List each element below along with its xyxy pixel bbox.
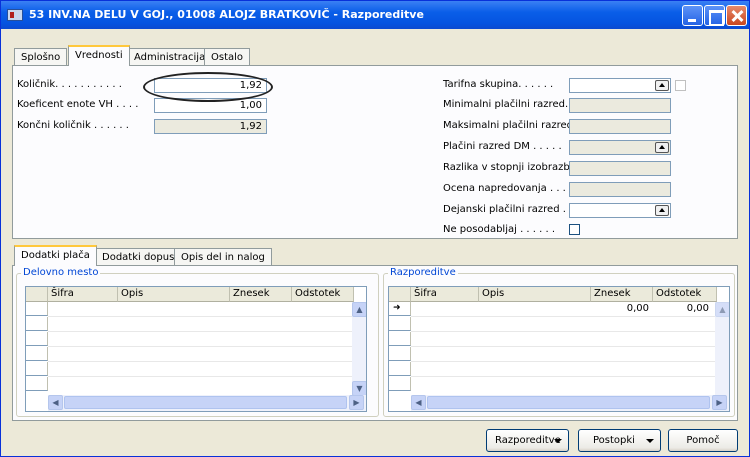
chevron-down-icon <box>646 439 654 443</box>
col-sifra[interactable]: Šifra <box>411 287 479 302</box>
razporeditve-grid[interactable]: Šifra Opis Znesek Odstotek ➜ 0,00 0,00 ▲… <box>388 286 730 412</box>
row-selector[interactable] <box>26 317 48 331</box>
koeficient-label: Koeficent enote VH . . . . <box>17 99 139 110</box>
razporeditve-button-label: Razporeditve <box>495 435 561 446</box>
scroll-left-icon[interactable]: ◀ <box>48 395 63 410</box>
vertical-scrollbar[interactable]: ▲ ▼ <box>352 302 366 396</box>
delovno-mesto-grid[interactable]: Šifra Opis Znesek Odstotek ▲ ▼ ◀ ▶ <box>25 286 367 412</box>
row-selector[interactable] <box>389 377 411 391</box>
window-title: 53 INV.NA DELU V GOJ., 01008 ALOJZ BRATK… <box>29 8 424 21</box>
min-razred-field <box>569 98 671 113</box>
razlika-izobrazbe-field <box>569 161 671 176</box>
dropdown-arrow-icon[interactable] <box>655 80 669 91</box>
dejanski-razred-field[interactable] <box>569 203 671 218</box>
col-opis[interactable]: Opis <box>118 287 230 302</box>
scroll-up-icon[interactable]: ▲ <box>352 302 366 317</box>
postopki-menu-button[interactable]: Postopki <box>578 429 661 452</box>
scroll-up-icon[interactable]: ▲ <box>715 302 729 317</box>
scroll-down-icon[interactable]: ▼ <box>352 381 366 396</box>
tab-dodatki-placa[interactable]: Dodatki plača <box>14 245 97 266</box>
tab-splosno[interactable]: Splošno <box>14 48 68 66</box>
chevron-down-icon <box>554 439 562 443</box>
grids-panel: Delovno mesto Šifra Opis Znesek Odstotek… <box>12 265 738 421</box>
horizontal-scrollbar[interactable]: ◀ ▶ <box>411 395 729 411</box>
koncni-kolicnik-label: Končni količnik . . . . . . <box>17 120 129 131</box>
row-line <box>411 316 716 317</box>
dropdown-arrow-icon[interactable] <box>655 205 669 216</box>
ne-posodabljaj-checkbox[interactable] <box>569 224 580 235</box>
pomoc-button[interactable]: Pomoč <box>668 429 738 452</box>
minimize-button[interactable] <box>682 5 703 26</box>
razporeditve-title: Razporeditve <box>388 267 458 278</box>
col-znesek[interactable]: Znesek <box>230 287 292 302</box>
ne-posodabljaj-label: Ne posodabljaj . . . . . . <box>443 224 556 235</box>
tarifna-skupina-label: Tarifna skupina. . . . . . <box>443 79 554 90</box>
app-icon <box>7 9 23 21</box>
ocena-napredovanja-field <box>569 182 671 197</box>
tarifna-checkbox <box>675 80 686 91</box>
col-sifra[interactable]: Šifra <box>48 287 118 302</box>
grid-corner <box>26 287 48 302</box>
row-line <box>411 346 716 347</box>
row-line <box>48 376 353 377</box>
current-row-marker-icon[interactable]: ➜ <box>389 302 411 316</box>
tab-administracija[interactable]: Administracija <box>127 48 213 66</box>
row-selector[interactable] <box>26 347 48 361</box>
dejanski-razred-label: Dejanski plačilni razred . . <box>443 204 573 215</box>
col-odstotek[interactable]: Odstotek <box>653 287 717 302</box>
vertical-scrollbar[interactable]: ▲ <box>715 302 729 396</box>
col-odstotek[interactable]: Odstotek <box>292 287 354 302</box>
tab-ostalo[interactable]: Ostalo <box>204 48 251 66</box>
row-line <box>48 331 353 332</box>
row-line <box>411 331 716 332</box>
highlight-ellipse <box>143 72 273 102</box>
close-button[interactable] <box>726 5 747 26</box>
razporeditve-menu-button[interactable]: Razporeditve <box>486 429 569 452</box>
tarifna-skupina-field[interactable] <box>569 78 671 93</box>
row-selector[interactable] <box>389 362 411 376</box>
scroll-thumb[interactable] <box>427 396 710 409</box>
row-selector[interactable] <box>389 317 411 331</box>
dropdown-arrow-icon[interactable] <box>655 142 669 153</box>
row-selector[interactable] <box>389 347 411 361</box>
row-selector[interactable] <box>26 332 48 346</box>
max-razred-label: Maksimalni plačilni razred . <box>443 120 580 131</box>
grid-corner <box>389 287 411 302</box>
row-selector[interactable] <box>26 377 48 391</box>
col-znesek[interactable]: Znesek <box>591 287 653 302</box>
row-selector[interactable] <box>26 302 48 316</box>
delovno-mesto-title: Delovno mesto <box>21 267 101 278</box>
razlika-izobrazbe-label: Razlika v stopnji izobrazbe <box>443 162 576 173</box>
scroll-left-icon[interactable]: ◀ <box>411 395 426 410</box>
row-line <box>411 361 716 362</box>
scroll-thumb[interactable] <box>64 396 347 409</box>
maximize-button[interactable] <box>704 5 725 26</box>
max-razred-field <box>569 119 671 134</box>
tab-dodatki-dopust[interactable]: Dodatki dopust <box>95 248 186 266</box>
row-line <box>48 346 353 347</box>
row-line <box>48 316 353 317</box>
kolicnik-label: Količnik. . . . . . . . . . . <box>17 79 122 90</box>
tab-vrednosti[interactable]: Vrednosti <box>68 45 130 66</box>
dialog-window: 53 INV.NA DELU V GOJ., 01008 ALOJZ BRATK… <box>0 0 750 457</box>
tab-opis-del[interactable]: Opis del in nalog <box>174 248 272 266</box>
placilni-razred-dm-label: Plačini razred DM . . . . . <box>443 141 562 152</box>
postopki-button-label: Postopki <box>593 435 635 446</box>
placilni-razred-dm-field <box>569 140 671 155</box>
values-panel: Količnik. . . . . . . . . . . 1,92 Koefi… <box>12 65 738 239</box>
row-selector[interactable] <box>389 332 411 346</box>
col-opis[interactable]: Opis <box>479 287 591 302</box>
scroll-right-icon[interactable]: ▶ <box>349 395 364 410</box>
horizontal-scrollbar[interactable]: ◀ ▶ <box>48 395 366 411</box>
ocena-napredovanja-label: Ocena napredovanja . . . <box>443 183 566 194</box>
row-line <box>411 376 716 377</box>
scroll-right-icon[interactable]: ▶ <box>712 395 727 410</box>
koncni-kolicnik-field: 1,92 <box>154 119 267 134</box>
title-bar[interactable]: 53 INV.NA DELU V GOJ., 01008 ALOJZ BRATK… <box>1 1 749 29</box>
znesek-cell[interactable]: 0,00 <box>591 303 653 314</box>
odstotek-cell[interactable]: 0,00 <box>653 303 713 314</box>
min-razred-label: Minimalni plačilni razred. . <box>443 99 575 110</box>
row-selector[interactable] <box>26 362 48 376</box>
row-line <box>48 361 353 362</box>
